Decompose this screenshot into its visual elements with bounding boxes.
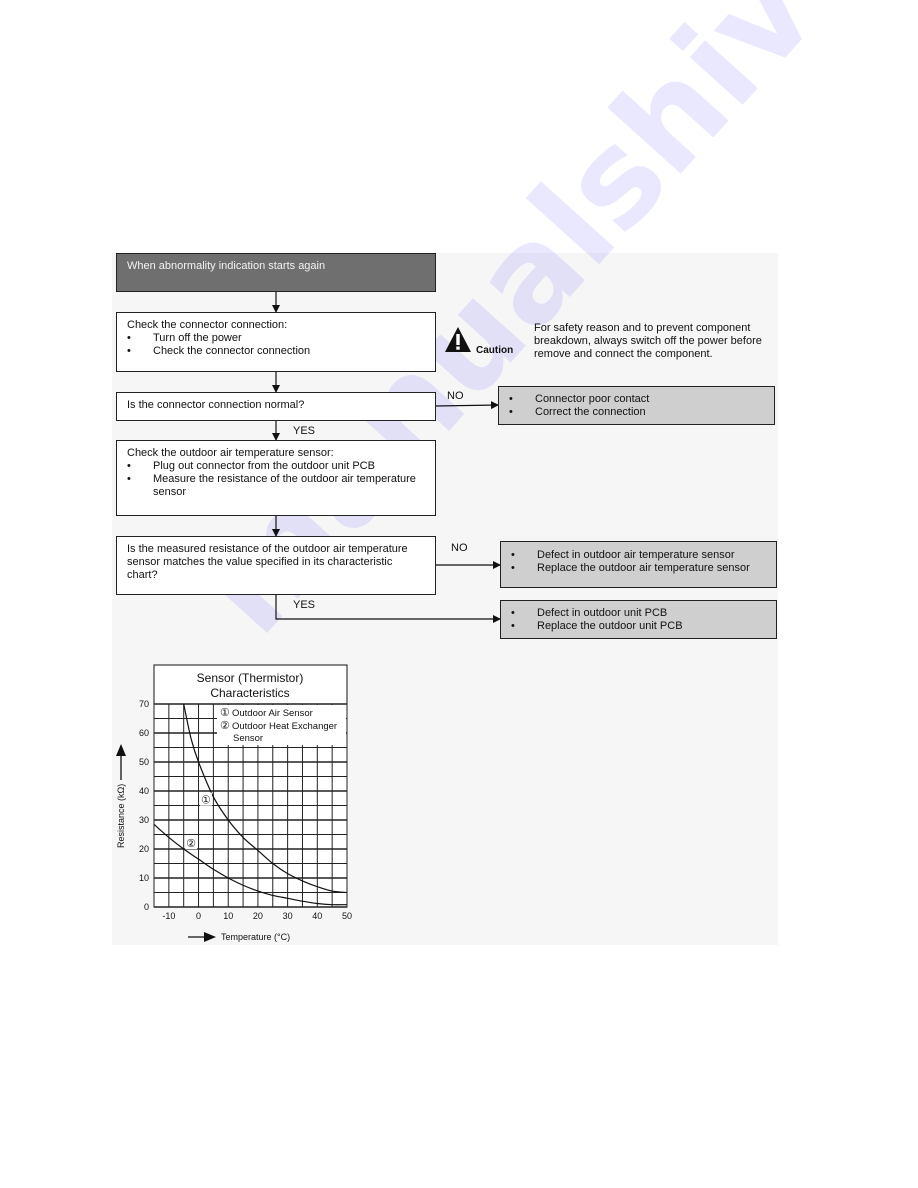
legend-item-2-text2: Sensor: [233, 733, 263, 744]
y-tick-label: 60: [139, 728, 149, 738]
annotation-marker-2: ②: [186, 838, 196, 850]
y-tick-label: 30: [139, 815, 149, 825]
y-tick-label: 70: [139, 699, 149, 709]
legend-item-1-text: Outdoor Air Sensor: [232, 708, 313, 719]
x-tick-label: 50: [342, 911, 352, 921]
x-tick-label: 30: [283, 911, 293, 921]
chart-frame: [153, 664, 348, 908]
x-tick-label: -10: [162, 911, 175, 921]
thermistor-chart: Sensor (Thermistor) Characteristics ① Ou…: [116, 664, 352, 942]
x-tick-label: 40: [312, 911, 322, 921]
y-tick-label: 0: [144, 902, 149, 912]
legend-item-2-text: Outdoor Heat Exchanger: [232, 721, 337, 732]
chart-title-line1: Sensor (Thermistor): [197, 671, 304, 685]
x-axis-label-group: Temperature (°C): [188, 932, 290, 942]
y-tick-label: 40: [139, 786, 149, 796]
x-tick-label: 20: [253, 911, 263, 921]
y-axis-arrow-icon: [116, 744, 126, 756]
chart-title-line2: Characteristics: [210, 686, 289, 700]
annotation-marker-1: ①: [201, 795, 211, 807]
x-tick-label: 10: [223, 911, 233, 921]
y-tick-label: 50: [139, 757, 149, 767]
legend-item-1: ①: [220, 707, 230, 719]
y-tick-label: 10: [139, 873, 149, 883]
y-tick-label: 20: [139, 844, 149, 854]
y-axis-label-group: Resistance (kΩ): [116, 744, 126, 848]
y-axis-label: Resistance (kΩ): [116, 784, 126, 848]
x-tick-label: 0: [196, 911, 201, 921]
x-axis-arrow-icon: [204, 932, 216, 942]
x-axis-label: Temperature (°C): [221, 932, 290, 942]
legend-item-2: ②: [220, 720, 230, 732]
